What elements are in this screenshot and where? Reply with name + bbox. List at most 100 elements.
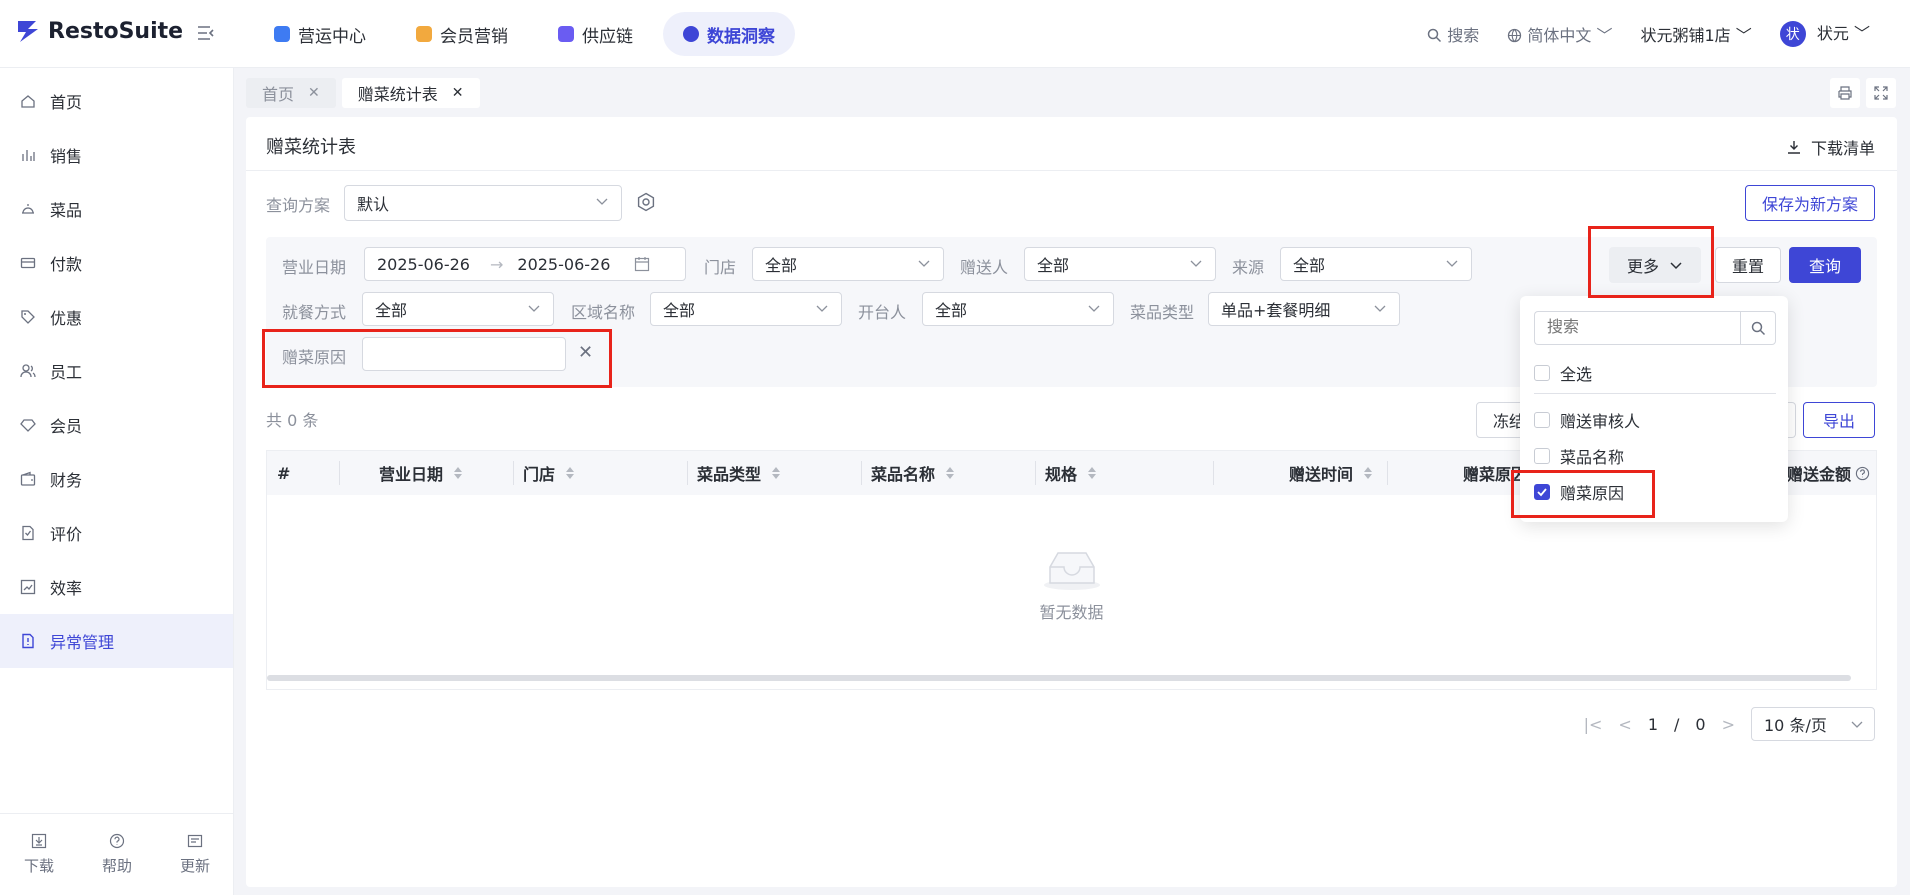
nav-tab-operations[interactable]: 营运中心 — [254, 12, 386, 56]
highlight-reason-filter — [262, 329, 612, 388]
app-logo[interactable]: RestoSuite — [16, 18, 183, 44]
export-button[interactable]: 导出 — [1803, 402, 1875, 438]
sidebar-item-payment[interactable]: 付款 — [0, 236, 233, 290]
reset-button[interactable]: 重置 — [1715, 247, 1781, 283]
module-nav: 营运中心 会员营销 供应链 数据洞察 — [254, 12, 795, 56]
column-header-dish-name[interactable]: 菜品名称 — [871, 451, 955, 495]
user-menu[interactable]: 状 状元 ﹀ — [1779, 20, 1870, 47]
sidebar-footer: 下载 帮助 更新 — [0, 813, 234, 895]
fullscreen-icon[interactable] — [1866, 78, 1896, 108]
select-all-option[interactable]: 全选 — [1534, 361, 1592, 385]
column-header-label: 营业日期 — [379, 465, 444, 484]
close-icon[interactable]: ✕ — [308, 85, 320, 101]
gear-icon[interactable] — [636, 192, 656, 212]
download-list-label: 下载清单 — [1810, 139, 1875, 158]
print-icon[interactable] — [1830, 78, 1860, 108]
store-filter-select[interactable]: 全部 — [752, 247, 944, 281]
sidebar-item-members[interactable]: 会员 — [0, 398, 233, 452]
option-gift-approver[interactable]: 赠送审核人 — [1534, 408, 1640, 432]
sidebar-item-staff[interactable]: 员工 — [0, 344, 233, 398]
nav-tab-label: 营运中心 — [298, 26, 366, 47]
home-icon — [21, 95, 35, 108]
sidebar-item-dishes[interactable]: 菜品 — [0, 182, 233, 236]
sort-icon — [946, 467, 955, 479]
dropdown-search-input[interactable] — [1534, 311, 1740, 345]
sidebar-item-label: 首页 — [50, 93, 83, 112]
download-icon — [1787, 141, 1800, 154]
horizontal-scrollbar[interactable] — [267, 675, 1851, 681]
dishtype-filter-select[interactable]: 单品+套餐明细 — [1208, 292, 1400, 326]
option-label: 菜品名称 — [1560, 448, 1625, 467]
page-tab-gift-dish-report[interactable]: 赠菜统计表 ✕ — [341, 78, 480, 108]
chevron-down-icon — [1446, 260, 1458, 267]
column-separator — [1035, 461, 1036, 485]
help-circle-icon[interactable] — [1855, 466, 1870, 481]
operations-icon — [274, 26, 290, 42]
checkbox[interactable] — [1534, 365, 1550, 381]
store-select[interactable]: 状元粥铺1店 ﹀ — [1640, 22, 1751, 46]
checkbox[interactable] — [1534, 412, 1550, 428]
result-count: 共 0 条 — [266, 411, 319, 430]
giver-filter-select[interactable]: 全部 — [1024, 247, 1216, 281]
dropdown-search-button[interactable] — [1740, 311, 1776, 345]
dishtype-filter-value: 单品+套餐明细 — [1221, 301, 1331, 320]
empty-inbox-icon — [1043, 552, 1100, 590]
chevron-down-icon: ﹀ — [1596, 25, 1613, 45]
sidebar-item-sales[interactable]: 销售 — [0, 128, 233, 182]
column-header-store[interactable]: 门店 — [523, 451, 575, 495]
column-separator — [1387, 461, 1388, 485]
nav-tab-label: 会员营销 — [440, 26, 508, 47]
page-tab-home[interactable]: 首页 ✕ — [246, 78, 336, 108]
sidebar-item-finance[interactable]: 财务 — [0, 452, 233, 506]
sidebar-item-home[interactable]: 首页 — [0, 74, 233, 128]
sidebar-update-button[interactable]: 更新 — [156, 814, 234, 895]
column-header-biz-date[interactable]: 营业日期 — [379, 451, 463, 495]
global-search[interactable]: 搜索 — [1427, 22, 1479, 46]
query-button[interactable]: 查询 — [1789, 247, 1861, 283]
source-filter-select[interactable]: 全部 — [1280, 247, 1472, 281]
page-tab-label: 首页 — [262, 85, 295, 104]
column-header-dish-type[interactable]: 菜品类型 — [697, 451, 781, 495]
sidebar-item-reviews[interactable]: 评价 — [0, 506, 233, 560]
first-page-icon[interactable]: |< — [1584, 715, 1603, 734]
prev-page-icon[interactable]: < — [1618, 715, 1631, 734]
sidebar-item-promotions[interactable]: 优惠 — [0, 290, 233, 344]
column-header-spec[interactable]: 规格 — [1045, 451, 1097, 495]
collapse-menu-icon[interactable] — [196, 24, 216, 42]
total-pages: 0 — [1695, 714, 1706, 734]
sidebar-help-button[interactable]: 帮助 — [78, 814, 156, 895]
chevron-down-icon — [528, 305, 540, 312]
nav-tab-label: 数据洞察 — [707, 26, 775, 47]
column-header-gift-amount[interactable]: 赠送金额 — [1787, 451, 1870, 495]
column-header-label: # — [277, 463, 291, 483]
download-icon — [31, 833, 47, 849]
member-marketing-icon — [416, 26, 432, 42]
area-filter-select[interactable]: 全部 — [650, 292, 842, 326]
column-header-gift-time[interactable]: 赠送时间 — [1289, 451, 1373, 495]
save-as-new-plan-button[interactable]: 保存为新方案 — [1744, 185, 1875, 221]
language-select[interactable]: 简体中文 ﹀ — [1507, 22, 1612, 46]
sidebar-item-label: 异常管理 — [50, 633, 115, 652]
biz-date-range-picker[interactable]: 2025-06-26 → 2025-06-26 — [364, 247, 686, 281]
close-icon[interactable]: ✕ — [452, 85, 464, 101]
dining-filter-select[interactable]: 全部 — [362, 292, 554, 326]
column-separator — [513, 461, 514, 485]
plan-label: 查询方案 — [266, 196, 331, 215]
nav-tab-data-insights[interactable]: 数据洞察 — [663, 12, 795, 56]
nav-tab-supply-chain[interactable]: 供应链 — [538, 12, 653, 56]
next-page-icon[interactable]: > — [1722, 715, 1735, 734]
page-separator: / — [1674, 714, 1680, 734]
download-list-button[interactable]: 下载清单 — [1787, 135, 1875, 159]
sidebar-item-exceptions[interactable]: 异常管理 — [0, 614, 233, 668]
sidebar-download-button[interactable]: 下载 — [0, 814, 78, 895]
option-dish-name[interactable]: 菜品名称 — [1534, 444, 1624, 468]
date-end: 2025-06-26 — [517, 254, 611, 274]
globe-icon — [1508, 28, 1522, 42]
column-header-label: 菜品类型 — [697, 465, 762, 484]
sidebar-item-efficiency[interactable]: 效率 — [0, 560, 233, 614]
opener-filter-select[interactable]: 全部 — [922, 292, 1114, 326]
page-size-select[interactable]: 10 条/页 — [1751, 707, 1875, 741]
checkbox[interactable] — [1534, 448, 1550, 464]
plan-select[interactable]: 默认 — [344, 185, 622, 221]
nav-tab-member-marketing[interactable]: 会员营销 — [396, 12, 528, 56]
